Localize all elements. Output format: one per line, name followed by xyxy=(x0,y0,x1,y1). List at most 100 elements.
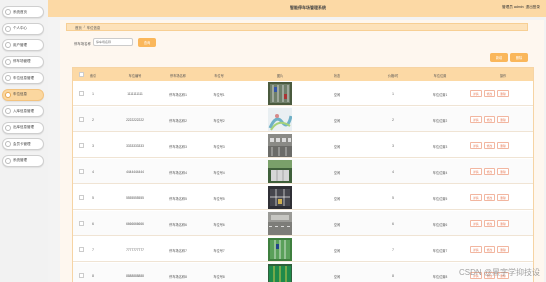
column-header: 价格/时 xyxy=(387,74,399,78)
data-table: 索引 车位编号 停车场名称 车位号 图片 状态 价格/时 车位位置 操作 1 1111111111… xyxy=(72,67,534,282)
sidebar-item-label: 系统管理 xyxy=(13,158,27,162)
cell-no: 车位号3 xyxy=(213,145,225,149)
view-button[interactable]: 详情 xyxy=(470,116,482,123)
edit-button[interactable]: 修改 xyxy=(483,142,496,149)
menu-circle-icon xyxy=(5,108,11,114)
user-name: 管理员 admin xyxy=(502,5,524,9)
add-button[interactable]: 新增 xyxy=(490,53,508,62)
cell-price: 2 xyxy=(392,118,394,122)
delete-row-button[interactable]: 删除 xyxy=(497,142,509,149)
edit-button[interactable]: 修改 xyxy=(483,220,496,227)
sidebar-item-label: 用户管理 xyxy=(13,42,27,47)
cell-index: 4 xyxy=(92,170,94,174)
sidebar-item-label: 车位信息 xyxy=(13,92,27,96)
column-header: 停车场名称 xyxy=(170,74,186,78)
edit-button[interactable]: 修改 xyxy=(483,90,496,97)
main-content: 首页 / 车位信息 停车场名称 查询 新增 删除 索引车位编号停车场名称车位号图… xyxy=(60,20,544,282)
sidebar-item-space-info-admin[interactable]: 车位信息管理 xyxy=(2,72,44,84)
column-header: 图片 xyxy=(276,74,284,78)
row-checkbox[interactable] xyxy=(79,221,84,226)
cell-lot: 停车场名称8 xyxy=(169,275,187,279)
search-input[interactable] xyxy=(93,38,133,46)
sidebar-item-member-card[interactable]: 会员卡管理 xyxy=(2,138,44,150)
edit-button[interactable]: 修改 xyxy=(483,246,496,253)
column-header: 车位位置 xyxy=(433,74,447,78)
delete-row-button[interactable]: 删除 xyxy=(497,116,509,123)
cell-status: 空闲 xyxy=(333,275,341,279)
cell-no: 车位号4 xyxy=(213,171,225,175)
delete-row-button[interactable]: 删除 xyxy=(497,246,509,253)
cell-index: 6 xyxy=(92,222,94,226)
cell-lot: 停车场名称5 xyxy=(169,197,187,201)
cell-price: 7 xyxy=(392,248,394,252)
sidebar-item-system[interactable]: 系统管理 xyxy=(2,154,44,167)
view-button[interactable]: 详情 xyxy=(470,90,482,97)
cell-code: 6666666666 xyxy=(126,222,144,226)
edit-button[interactable]: 修改 xyxy=(483,194,496,201)
menu-circle-icon xyxy=(5,91,11,98)
sidebar-item-parking-lots[interactable]: 停车场管理 xyxy=(2,55,44,68)
row-actions: 详情 修改 删除 xyxy=(470,142,509,149)
sidebar-item-label: 入库信息管理 xyxy=(13,108,34,113)
parking-space-image xyxy=(268,82,292,105)
sidebar-item-home[interactable]: 系统首页 xyxy=(2,6,44,18)
app-title: 智能停车场管理系统 xyxy=(290,5,326,10)
row-checkbox[interactable] xyxy=(79,273,84,278)
sidebar-item-label: 停车场管理 xyxy=(13,59,31,63)
table-row: 1 1111111111 停车场名称1 车位号1 空闲 1 车位位置1 详情 修改 删除 xyxy=(73,81,533,106)
menu-circle-icon xyxy=(5,157,11,164)
table-row: 4 4444444444 停车场名称4 车位号4 空闲 4 车位位置4 详情 修改 删除 xyxy=(73,159,533,184)
edit-button[interactable]: 修改 xyxy=(483,168,496,175)
row-checkbox[interactable] xyxy=(79,91,84,96)
watermark: CSDN @黑字学抑技设 xyxy=(458,268,540,277)
cell-code: 1111111111 xyxy=(127,92,143,96)
delete-row-button[interactable]: 删除 xyxy=(497,220,509,227)
delete-row-button[interactable]: 删除 xyxy=(497,168,509,175)
view-button[interactable]: 详情 xyxy=(470,246,482,253)
row-actions: 详情 修改 删除 xyxy=(470,90,509,97)
view-button[interactable]: 详情 xyxy=(470,168,482,175)
cell-code: 2222222222 xyxy=(126,118,144,122)
sidebar-item-space-info[interactable]: 车位信息 xyxy=(2,88,44,101)
sidebar: 系统首页个人中心用户管理停车场管理车位信息管理车位信息入库信息管理出库信息管理会… xyxy=(0,0,48,282)
select-all-checkbox[interactable] xyxy=(79,72,84,77)
cell-index: 8 xyxy=(92,274,94,278)
view-button[interactable]: 详情 xyxy=(470,142,482,149)
logout-link[interactable]: 退出登录 xyxy=(526,5,540,10)
delete-button[interactable]: 删除 xyxy=(510,53,528,62)
cell-price: 1 xyxy=(392,92,394,96)
row-checkbox[interactable] xyxy=(79,117,84,122)
breadcrumb-home[interactable]: 首页 xyxy=(75,25,82,30)
menu-circle-icon xyxy=(5,58,11,65)
cell-no: 车位号5 xyxy=(213,197,225,201)
cell-no: 车位号2 xyxy=(213,119,225,123)
sidebar-item-entry[interactable]: 入库信息管理 xyxy=(2,105,44,117)
sidebar-item-profile[interactable]: 个人中心 xyxy=(2,22,44,35)
sidebar-item-users[interactable]: 用户管理 xyxy=(2,39,44,51)
view-button[interactable]: 详情 xyxy=(470,220,482,227)
row-checkbox[interactable] xyxy=(79,195,84,200)
delete-row-button[interactable]: 删除 xyxy=(497,90,509,97)
menu-circle-icon xyxy=(5,141,11,147)
search-button[interactable]: 查询 xyxy=(138,38,156,47)
edit-button[interactable]: 修改 xyxy=(483,116,496,123)
table-row: 5 5555555555 停车场名称5 车位号5 空闲 5 车位位置5 详情 修改 删除 xyxy=(73,185,533,210)
breadcrumb-separator: / xyxy=(83,25,85,29)
user-area: 管理员 admin 退出登录 xyxy=(502,5,540,10)
column-header: 操作 xyxy=(499,74,507,78)
row-checkbox[interactable] xyxy=(79,143,84,148)
cell-no: 车位号1 xyxy=(213,93,225,97)
cell-status: 空闲 xyxy=(333,93,341,97)
cell-lot: 停车场名称7 xyxy=(169,249,187,253)
row-checkbox[interactable] xyxy=(79,247,84,252)
search-label: 停车场名称 xyxy=(74,42,91,46)
delete-row-button[interactable]: 删除 xyxy=(497,194,509,201)
sidebar-item-exit[interactable]: 出库信息管理 xyxy=(2,121,44,134)
view-button[interactable]: 详情 xyxy=(470,194,482,201)
menu-circle-icon xyxy=(5,124,11,131)
row-checkbox[interactable] xyxy=(79,169,84,174)
cell-price: 4 xyxy=(392,170,394,174)
cell-code: 7777777777 xyxy=(126,248,144,252)
parking-space-image xyxy=(268,160,292,183)
sidebar-item-label: 个人中心 xyxy=(13,26,27,30)
